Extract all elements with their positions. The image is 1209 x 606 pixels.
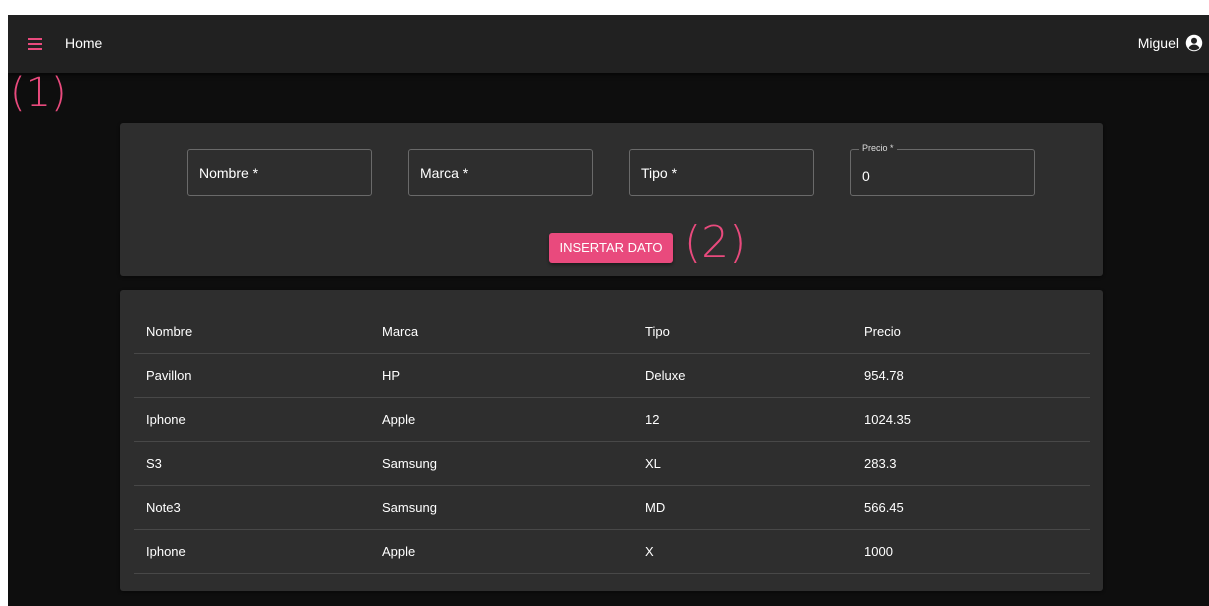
cell-marca: Samsung <box>382 500 437 515</box>
cell-nombre: Iphone <box>146 544 186 559</box>
insert-form-card: Nombre * Marca * Tipo * Precio * 0 INSER… <box>120 123 1103 276</box>
cell-nombre: Note3 <box>146 500 181 515</box>
account-circle-icon <box>1185 34 1203 52</box>
precio-field-label: Precio * <box>859 143 897 153</box>
cell-nombre: Iphone <box>146 412 186 427</box>
cell-precio: 566.45 <box>864 500 904 515</box>
menu-icon-line <box>28 38 42 40</box>
tipo-field-label: Tipo * <box>641 165 678 181</box>
table-row: Pavillon HP Deluxe 954.78 <box>134 354 1090 398</box>
column-header-tipo: Tipo <box>645 324 670 339</box>
marca-field-label: Marca * <box>420 165 469 181</box>
cell-marca: Apple <box>382 544 416 559</box>
menu-icon[interactable] <box>28 38 42 50</box>
precio-field[interactable]: Precio * 0 <box>850 143 1035 196</box>
top-app-bar: Home Miguel <box>8 15 1209 73</box>
column-header-precio: Precio <box>864 324 901 339</box>
user-name: Miguel <box>1137 35 1179 51</box>
table-header-row: Nombre Marca Tipo Precio <box>134 310 1090 354</box>
nombre-field[interactable]: Nombre * <box>187 149 372 196</box>
cell-tipo: MD <box>645 500 666 515</box>
cell-nombre: Pavillon <box>146 368 192 383</box>
cell-nombre: S3 <box>146 456 162 471</box>
data-table: Nombre Marca Tipo Precio Pavillon HP Del… <box>120 290 1103 591</box>
user-menu[interactable]: Miguel <box>1138 34 1203 52</box>
cell-precio: 954.78 <box>864 368 904 383</box>
column-header-nombre: Nombre <box>146 324 193 339</box>
app-frame: Home Miguel (1) Nombre * Marca * Tipo * … <box>8 15 1209 606</box>
cell-marca: HP <box>382 368 401 383</box>
page-title: Home <box>65 35 103 51</box>
insertar-dato-button[interactable]: INSERTAR DATO <box>549 233 673 263</box>
column-header-marca: Marca <box>382 324 419 339</box>
annotation-2: (2) <box>684 217 747 268</box>
table-row: Iphone Apple X 1000 <box>134 530 1090 574</box>
cell-precio: 283.3 <box>864 456 897 471</box>
cell-tipo: XL <box>645 456 661 471</box>
menu-icon-line <box>28 43 42 45</box>
cell-tipo: X <box>645 544 654 559</box>
table-row: Note3 Samsung MD 566.45 <box>134 486 1090 530</box>
menu-icon-line <box>28 48 42 50</box>
table-row: Iphone Apple 12 1024.35 <box>134 398 1090 442</box>
table-row: S3 Samsung XL 283.3 <box>134 442 1090 486</box>
cell-tipo: 12 <box>645 412 660 427</box>
cell-marca: Apple <box>382 412 416 427</box>
marca-field[interactable]: Marca * <box>408 149 593 196</box>
cell-marca: Samsung <box>382 456 437 471</box>
cell-tipo: Deluxe <box>645 368 686 383</box>
tipo-field[interactable]: Tipo * <box>629 149 814 196</box>
annotation-1: (1) <box>10 70 67 116</box>
precio-field-value: 0 <box>862 168 870 184</box>
cell-precio: 1000 <box>864 544 893 559</box>
nombre-field-label: Nombre * <box>199 165 259 181</box>
cell-precio: 1024.35 <box>864 412 911 427</box>
